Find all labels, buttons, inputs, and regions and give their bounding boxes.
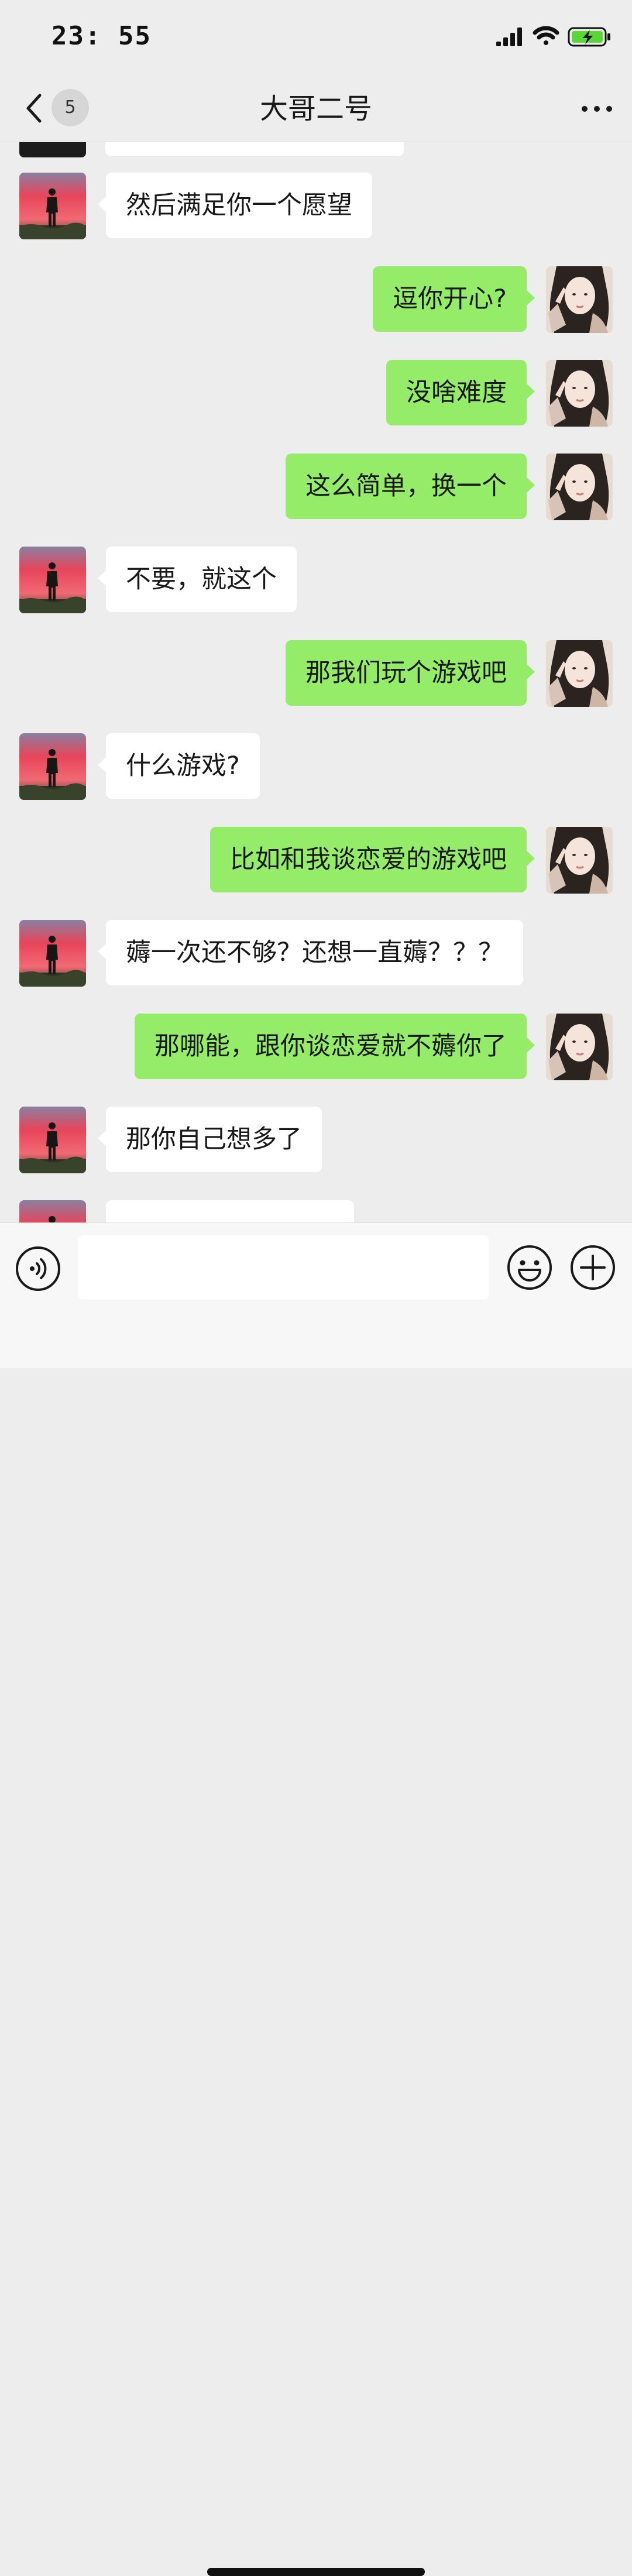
- nav-bar: 5 大哥二号: [0, 76, 632, 142]
- message-row-outgoing: 没啥难度: [0, 360, 632, 427]
- message-row-incoming: 然后满足你一个愿望: [0, 173, 632, 239]
- message-row-incoming: 那你自己想多了: [0, 1107, 632, 1173]
- message-row-incoming: 什么游戏?: [0, 733, 632, 800]
- unread-count-badge[interactable]: 5: [51, 89, 89, 126]
- message-bubble[interactable]: 逗你开心?: [373, 266, 535, 332]
- contact-avatar[interactable]: [19, 733, 86, 800]
- my-avatar[interactable]: [546, 827, 613, 894]
- my-avatar[interactable]: [546, 454, 613, 520]
- voice-button[interactable]: [15, 1245, 61, 1292]
- message-row-outgoing: 这么简单，换一个: [0, 454, 632, 520]
- message-bubble[interactable]: 薅一次还不够？还想一直薅？？？: [98, 920, 523, 985]
- home-indicator[interactable]: [207, 2568, 425, 2576]
- contact-avatar[interactable]: [19, 920, 86, 987]
- status-bar: 23: 55: [0, 0, 632, 76]
- message-bubble[interactable]: 这么简单，换一个: [286, 454, 535, 519]
- plus-icon: [571, 1245, 615, 1290]
- message-row-incoming: 薅一次还不够？还想一直薅？？？: [0, 920, 632, 987]
- battery-charging-icon: [568, 27, 610, 47]
- message-row-outgoing: 那哪能，跟你谈恋爱就不薅你了: [0, 1014, 632, 1080]
- my-avatar[interactable]: [546, 266, 613, 333]
- message-row-incoming: 不要，就这个: [0, 547, 632, 613]
- message-bubble[interactable]: 那我们玩个游戏吧: [286, 640, 535, 706]
- my-avatar[interactable]: [546, 640, 613, 707]
- avatar: [19, 142, 86, 157]
- my-avatar[interactable]: [546, 1014, 613, 1080]
- input-bar: [0, 1222, 632, 2576]
- more-functions-button[interactable]: [569, 1244, 616, 1291]
- wifi-icon: [533, 26, 559, 45]
- message-row-partial-top: [0, 142, 632, 157]
- my-avatar[interactable]: [546, 360, 613, 427]
- contact-avatar[interactable]: [19, 547, 86, 613]
- message-bubble[interactable]: 然后满足你一个愿望: [98, 173, 372, 238]
- message-bubble[interactable]: 没啥难度: [386, 360, 535, 425]
- voice-icon: [16, 1246, 60, 1291]
- message-bubble[interactable]: 不要，就这个: [98, 547, 297, 612]
- message-row-partial-bottom: [0, 1200, 632, 1222]
- chevron-left-icon: [26, 94, 42, 123]
- message-bubble-partial: [105, 142, 404, 156]
- message-input[interactable]: [78, 1235, 489, 1300]
- message-row-outgoing: 那我们玩个游戏吧: [0, 640, 632, 707]
- message-bubble[interactable]: 那哪能，跟你谈恋爱就不薅你了: [135, 1014, 535, 1079]
- chat-message-list[interactable]: 然后满足你一个愿望 逗你开心? 没啥难度 这么简单，换一个 不要，就这个 那我们…: [0, 142, 632, 1222]
- signal-icon: [496, 28, 522, 46]
- contact-avatar[interactable]: [19, 1107, 86, 1173]
- emoji-icon: [507, 1245, 552, 1290]
- status-time: 23: 55: [51, 21, 152, 51]
- message-row-outgoing: 逗你开心?: [0, 266, 632, 333]
- contact-avatar[interactable]: [19, 173, 86, 239]
- more-button[interactable]: [579, 91, 614, 126]
- message-row-outgoing: 比如和我谈恋爱的游戏吧: [0, 827, 632, 894]
- contact-avatar[interactable]: [19, 1200, 86, 1222]
- chat-title: 大哥二号: [259, 92, 372, 125]
- more-dots-icon: [582, 106, 612, 112]
- back-button[interactable]: [18, 91, 53, 126]
- message-bubble[interactable]: 比如和我谈恋爱的游戏吧: [210, 827, 535, 892]
- status-icons: [480, 0, 632, 76]
- message-bubble-partial[interactable]: [106, 1200, 354, 1222]
- message-bubble[interactable]: 那你自己想多了: [98, 1107, 322, 1172]
- emoji-button[interactable]: [506, 1244, 553, 1291]
- message-bubble[interactable]: 什么游戏?: [98, 733, 260, 799]
